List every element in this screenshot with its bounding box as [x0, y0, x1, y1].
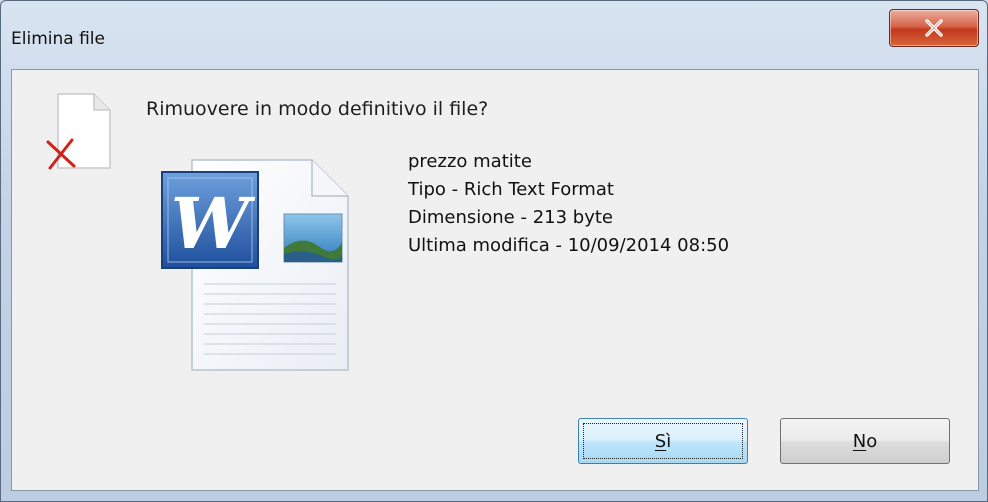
no-button-label: No [852, 430, 878, 452]
file-type: Tipo - Rich Text Format [408, 179, 614, 200]
file-name: prezzo matite [408, 151, 532, 172]
file-size: Dimensione - 213 byte [408, 207, 613, 228]
dialog-window: Elimina file Rimuovere in modo definitiv… [0, 0, 988, 502]
title-bar[interactable]: Elimina file [1, 1, 987, 65]
window-title: Elimina file [11, 29, 105, 49]
file-modified: Ultima modifica - 10/09/2014 08:50 [408, 235, 730, 256]
svg-text:W: W [171, 182, 256, 265]
close-button[interactable] [889, 9, 979, 47]
dialog-body: Rimuovere in modo definitivo il file? W … [11, 69, 979, 491]
file-details: prezzo matite Tipo - Rich Text Format Di… [408, 148, 729, 260]
word-document-icon: W [161, 159, 349, 371]
close-icon [925, 19, 943, 37]
yes-button[interactable]: Sì [578, 418, 748, 464]
no-button[interactable]: No [780, 418, 950, 464]
confirm-question: Rimuovere in modo definitivo il file? [146, 98, 489, 120]
delete-file-icon [46, 93, 111, 170]
focus-rectangle [583, 423, 743, 459]
